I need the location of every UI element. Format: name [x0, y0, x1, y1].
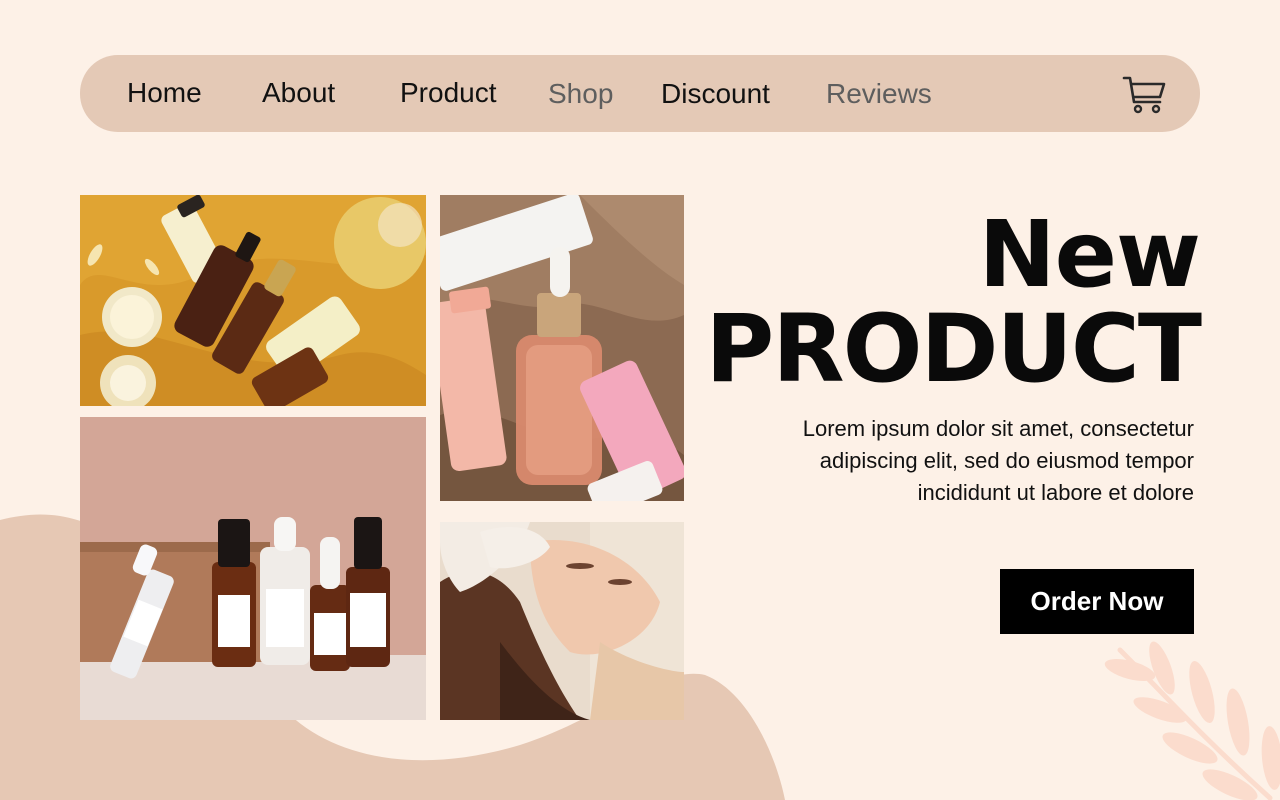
shopping-cart-icon[interactable] — [1122, 74, 1166, 114]
nav-item-product[interactable]: Product — [400, 76, 497, 110]
nav-item-reviews[interactable]: Reviews — [826, 77, 932, 111]
nav-item-shop[interactable]: Shop — [548, 77, 613, 111]
nav-item-about[interactable]: About — [262, 76, 335, 110]
nav-item-home[interactable]: Home — [127, 76, 202, 110]
order-now-button[interactable]: Order Now — [1000, 569, 1194, 634]
product-image-orange-flatlay — [80, 195, 426, 406]
hero-description: Lorem ipsum dolor sit amet, consectetur … — [802, 416, 1194, 505]
hero-title-product: PRODUCT — [705, 295, 1202, 404]
leaf-decoration-icon — [1104, 641, 1280, 800]
nav-item-discount[interactable]: Discount — [661, 77, 770, 111]
product-image-serum-flatlay — [440, 195, 684, 501]
hero-title-new: New — [978, 201, 1201, 308]
top-navigation-bar: Home About Product Shop Discount Reviews — [80, 55, 1200, 132]
product-image-serum-bottles — [80, 417, 426, 720]
product-image-facial-treatment — [440, 522, 684, 720]
